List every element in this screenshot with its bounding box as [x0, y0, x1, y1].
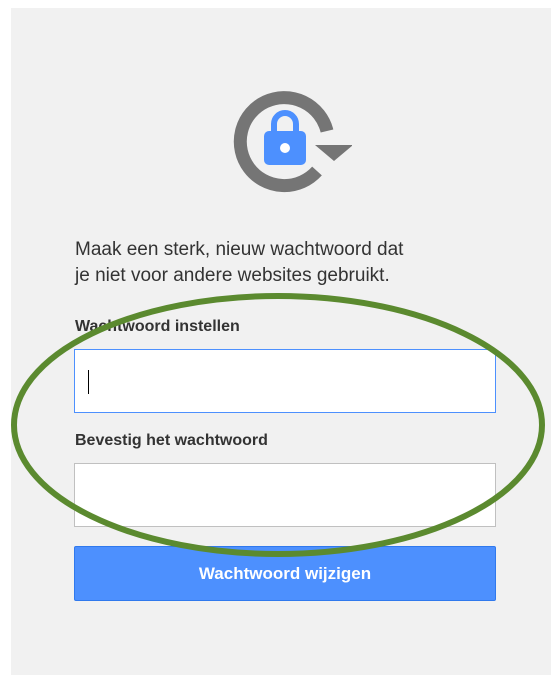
confirm-password-input[interactable] — [74, 463, 496, 527]
new-password-input[interactable] — [74, 349, 496, 413]
change-password-button[interactable]: Wachtwoord wijzigen — [74, 546, 496, 601]
intro-text: Maak een sterk, nieuw wachtwoord dat je … — [75, 237, 515, 289]
intro-line-1: Maak een sterk, nieuw wachtwoord dat — [75, 239, 404, 260]
lock-refresh-icon — [233, 91, 352, 193]
confirm-password-label: Bevestig het wachtwoord — [75, 432, 268, 449]
text-caret — [88, 370, 89, 394]
new-password-label: Wachtwoord instellen — [75, 318, 240, 335]
intro-line-2: je niet voor andere websites gebruikt. — [75, 265, 390, 286]
page: Maak een sterk, nieuw wachtwoord dat je … — [0, 0, 551, 675]
